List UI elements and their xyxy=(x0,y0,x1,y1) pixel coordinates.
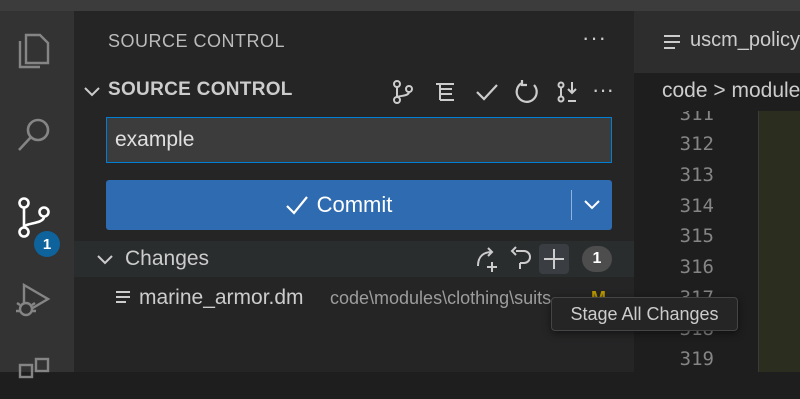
chevron-down-icon xyxy=(84,87,100,97)
commit-dropdown-button[interactable] xyxy=(572,180,612,230)
line-number: 316 xyxy=(679,256,714,278)
open-changes-icon[interactable] xyxy=(472,244,502,274)
pull-request-icon[interactable] xyxy=(552,77,582,107)
search-icon[interactable] xyxy=(12,114,56,158)
source-control-sidebar: SOURCE CONTROL ··· SOURCE CONTROL ··· ex… xyxy=(74,11,634,372)
changed-file-item[interactable]: marine_armor.dm code\modules\clothing\su… xyxy=(74,283,634,315)
changes-count-badge: 1 xyxy=(582,246,612,272)
activity-bar: 1 xyxy=(0,11,74,379)
run-debug-icon[interactable] xyxy=(12,279,56,323)
sidebar-more-actions-icon[interactable]: ··· xyxy=(582,25,607,51)
commit-message-input[interactable] xyxy=(106,117,612,163)
commit-button[interactable]: Commit xyxy=(106,180,612,230)
check-icon xyxy=(285,196,308,215)
source-control-badge: 1 xyxy=(34,231,60,257)
editor-tab-label: uscm_policy xyxy=(690,29,800,51)
changed-file-name: marine_armor.dm xyxy=(139,286,304,309)
editor-tab[interactable]: uscm_policy xyxy=(634,11,800,73)
line-number: 312 xyxy=(679,133,714,155)
source-control-section-header[interactable]: SOURCE CONTROL ··· xyxy=(74,75,634,107)
line-number: 313 xyxy=(679,164,714,186)
editor-tab-bar: uscm_policy xyxy=(634,11,800,73)
refresh-icon[interactable] xyxy=(512,77,542,107)
view-as-tree-icon[interactable] xyxy=(430,77,460,107)
chevron-down-icon xyxy=(97,255,113,265)
branch-graph-icon[interactable] xyxy=(388,77,418,107)
breadcrumb-path: code > modules xyxy=(662,79,800,102)
stage-all-changes-tooltip: Stage All Changes xyxy=(551,297,738,331)
line-number: 314 xyxy=(679,195,714,217)
breadcrumb[interactable]: code > modules xyxy=(634,73,800,111)
chevron-down-icon xyxy=(584,200,600,210)
line-number: 311 xyxy=(679,111,714,125)
line-number: 315 xyxy=(679,225,714,247)
sidebar-title: SOURCE CONTROL xyxy=(108,31,286,51)
title-bar-strip xyxy=(0,0,800,11)
extensions-icon[interactable] xyxy=(12,355,56,399)
file-lines-icon xyxy=(116,291,130,303)
commit-check-icon[interactable] xyxy=(472,77,502,107)
changes-group-header[interactable]: Changes 1 xyxy=(74,241,634,277)
stage-all-changes-icon[interactable] xyxy=(539,244,569,274)
explorer-icon[interactable] xyxy=(12,29,56,73)
code-editor[interactable]: 311 312 313 314 315 316 317 318 319 xyxy=(634,111,800,372)
changed-file-path: code\modules\clothing\suits xyxy=(330,288,552,308)
commit-button-label: Commit xyxy=(316,192,393,217)
changes-label: Changes xyxy=(125,247,210,270)
code-area[interactable] xyxy=(758,111,800,372)
discard-all-changes-icon[interactable] xyxy=(506,244,536,274)
source-control-section-label: SOURCE CONTROL xyxy=(108,79,293,100)
line-number: 319 xyxy=(679,348,714,370)
gutter-divider xyxy=(758,111,759,372)
section-more-icon[interactable]: ··· xyxy=(592,77,622,107)
file-lines-icon xyxy=(664,35,680,49)
commit-button-main[interactable]: Commit xyxy=(106,180,571,230)
